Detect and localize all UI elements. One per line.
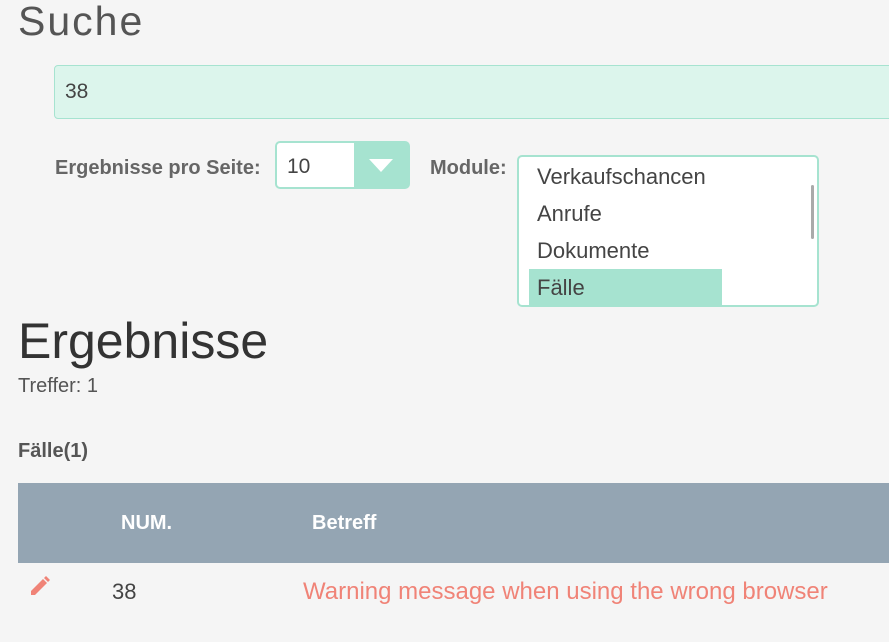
page-title: Suche	[18, 0, 145, 44]
chevron-down-icon[interactable]	[354, 143, 408, 187]
column-header-subject[interactable]: Betreff	[312, 512, 376, 535]
module-list-scrollbar[interactable]	[811, 185, 814, 239]
results-table-header: NUM. Betreff	[18, 483, 889, 563]
cell-num: 38	[112, 579, 137, 604]
module-option-anrufe[interactable]: Anrufe	[529, 195, 722, 232]
module-section-title: Fälle(1)	[18, 440, 89, 462]
module-option-verkaufschancen[interactable]: Verkaufschancen	[529, 158, 722, 195]
hits-count: Treffer: 1	[18, 375, 99, 397]
per-page-label: Ergebnisse pro Seite:	[55, 157, 261, 179]
results-heading: Ergebnisse	[18, 313, 269, 369]
search-input[interactable]	[54, 65, 889, 119]
module-option-faelle[interactable]: Fälle	[529, 269, 722, 305]
column-header-num[interactable]: NUM.	[121, 512, 172, 535]
pencil-icon[interactable]	[28, 574, 52, 598]
case-subject-link[interactable]: Warning message when using the wrong bro…	[303, 578, 828, 606]
per-page-select[interactable]: 10	[275, 141, 410, 189]
modules-label: Module:	[430, 157, 507, 179]
module-option-dokumente[interactable]: Dokumente	[529, 232, 722, 269]
per-page-value: 10	[287, 155, 311, 178]
table-row: 38 Warning message when using the wrong …	[18, 563, 889, 623]
module-multiselect[interactable]: Verkaufschancen Anrufe Dokumente Fälle	[517, 155, 819, 307]
